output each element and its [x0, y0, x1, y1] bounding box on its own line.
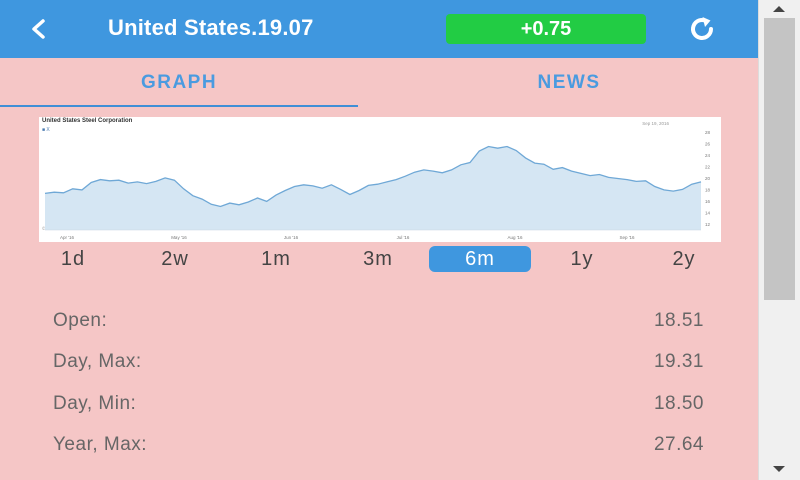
- stat-row-year-max: Year, Max: 27.64: [0, 424, 758, 464]
- header-bar: United States.19.07 +0.75: [0, 0, 758, 58]
- series-area-x: [45, 146, 701, 230]
- scrollbar[interactable]: [758, 0, 800, 480]
- stat-value: 18.51: [653, 310, 704, 331]
- stat-row-day-min: Day, Min: 18.50: [0, 383, 758, 423]
- page-title: United States.19.07: [108, 15, 314, 40]
- y-tick-label: 14: [705, 210, 711, 215]
- scrollbar-thumb[interactable]: [764, 18, 795, 300]
- x-tick-label: Jul '16: [397, 235, 410, 240]
- y-tick-label: 16: [705, 199, 711, 204]
- y-tick-label: 22: [705, 165, 711, 170]
- change-badge: +0.75: [446, 14, 646, 44]
- stat-label: Year, Max:: [53, 434, 148, 455]
- chevron-left-icon: [32, 19, 45, 39]
- period-2w[interactable]: 2w: [150, 246, 200, 272]
- stat-value: 18.50: [653, 393, 704, 414]
- chart-legend: ■ X: [42, 127, 50, 133]
- x-tick-label: May '16: [171, 235, 187, 240]
- period-selector: 1d 2w 1m 3m 6m 1y 2y: [0, 246, 758, 272]
- stat-value: 19.31: [653, 351, 704, 372]
- chart-date-range: Sep 19, 2016: [642, 121, 669, 126]
- price-chart: ■ XSep 19, 2016© Yahoo Finance1214161820…: [39, 117, 721, 242]
- period-6m[interactable]: 6m: [429, 246, 531, 272]
- stat-value: 27.64: [653, 434, 704, 455]
- y-tick-label: 26: [705, 142, 711, 147]
- stat-row-open: Open: 18.51: [0, 300, 758, 340]
- stat-label: Day, Max:: [53, 351, 142, 372]
- tab-graph[interactable]: GRAPH: [0, 58, 358, 108]
- chart-title: United States Steel Corporation: [42, 118, 133, 124]
- tab-news[interactable]: NEWS: [390, 58, 748, 108]
- scroll-down-arrow-icon[interactable]: [773, 466, 785, 472]
- y-tick-label: 20: [705, 176, 711, 181]
- period-3m[interactable]: 3m: [350, 246, 406, 272]
- back-button[interactable]: [20, 10, 58, 48]
- x-tick-label: Apr '16: [60, 235, 75, 240]
- y-tick-label: 28: [705, 130, 711, 135]
- x-tick-label: Sep '16: [619, 235, 635, 240]
- period-1d[interactable]: 1d: [52, 246, 94, 272]
- y-tick-label: 12: [705, 222, 711, 227]
- refresh-icon: [691, 17, 713, 40]
- stat-label: Day, Min:: [53, 393, 137, 414]
- x-tick-label: Jun '16: [284, 235, 299, 240]
- period-1m[interactable]: 1m: [250, 246, 302, 272]
- y-tick-label: 24: [705, 153, 711, 158]
- refresh-button[interactable]: [684, 12, 720, 46]
- x-tick-label: Aug '16: [507, 235, 523, 240]
- tab-bar: GRAPH NEWS: [0, 58, 758, 108]
- period-2y[interactable]: 2y: [662, 246, 706, 272]
- chart-canvas: ■ XSep 19, 2016© Yahoo Finance1214161820…: [42, 121, 711, 240]
- stat-row-day-max: Day, Max: 19.31: [0, 341, 758, 381]
- scroll-up-arrow-icon[interactable]: [773, 6, 785, 12]
- period-1y[interactable]: 1y: [562, 246, 602, 272]
- active-tab-indicator: [0, 105, 358, 107]
- app-screen: United States.19.07 +0.75 GRAPH NEWS ■ X…: [0, 0, 758, 480]
- y-tick-label: 18: [705, 187, 711, 192]
- stat-label: Open:: [53, 310, 108, 331]
